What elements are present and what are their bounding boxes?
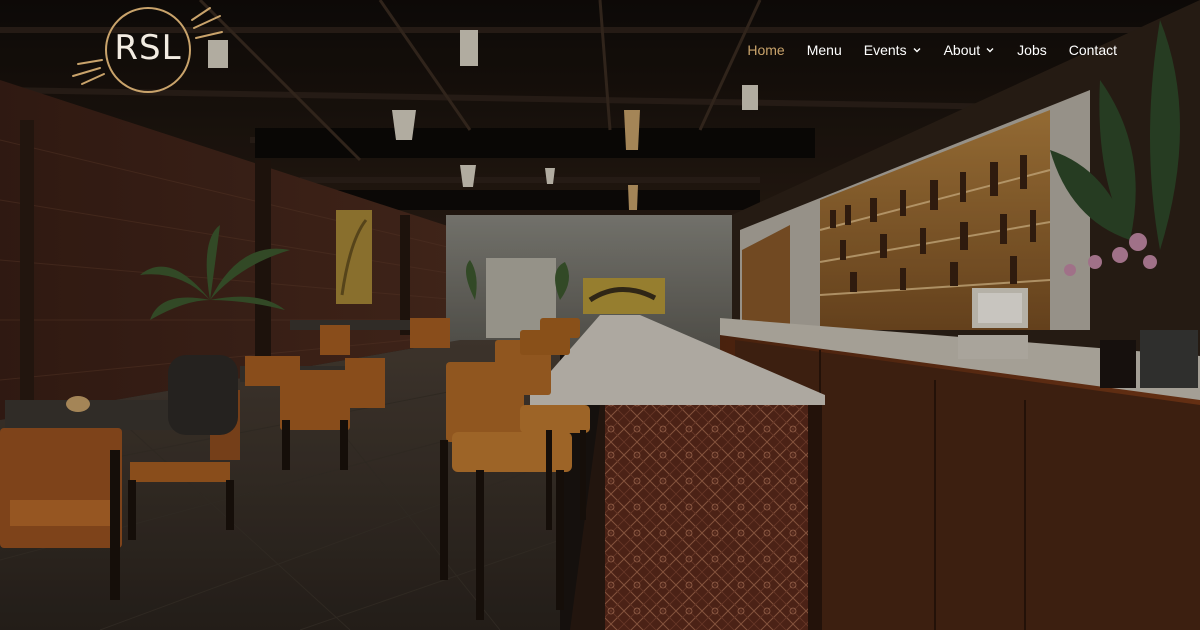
logo-text: RSL: [114, 28, 182, 68]
nav-item-label: Jobs: [1017, 42, 1047, 58]
nav-item-jobs[interactable]: Jobs: [1006, 38, 1058, 62]
nav-item-contact[interactable]: Contact: [1058, 38, 1128, 62]
nav-item-label: Menu: [806, 42, 842, 58]
nav-item-home[interactable]: Home: [736, 38, 795, 62]
main-nav: Home Menu Events About Jobs Contact: [736, 38, 1128, 62]
nav-item-label: About: [943, 42, 981, 58]
nav-item-label: Contact: [1068, 42, 1117, 58]
chevron-down-icon: [986, 48, 994, 53]
nav-item-label: Events: [863, 42, 907, 58]
site-logo[interactable]: RSL: [70, 4, 230, 96]
nav-item-about[interactable]: About: [933, 38, 1007, 62]
nav-item-events[interactable]: Events: [853, 38, 933, 62]
chevron-down-icon: [913, 48, 921, 53]
nav-item-menu[interactable]: Menu: [796, 38, 853, 62]
nav-item-label: Home: [747, 42, 785, 58]
